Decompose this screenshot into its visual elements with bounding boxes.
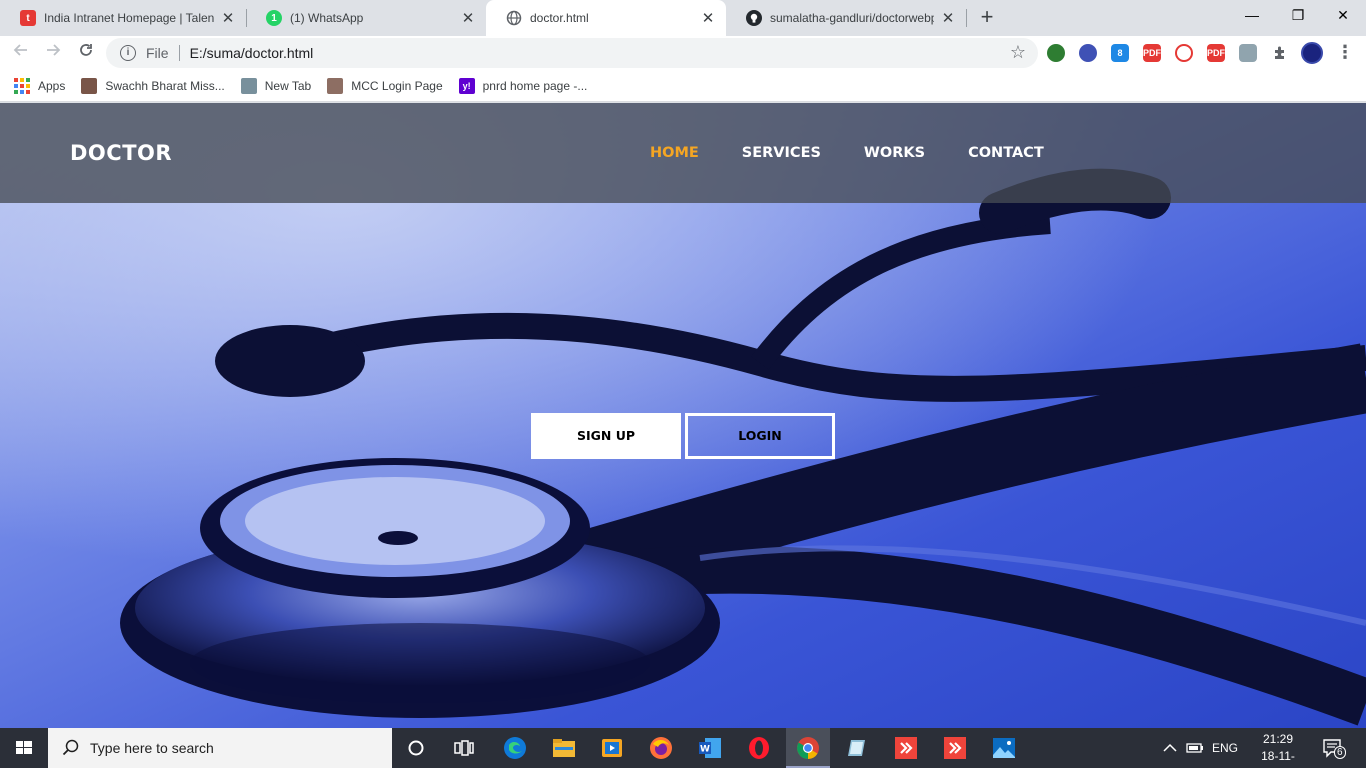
tab-close-icon[interactable]: ✕	[940, 9, 956, 27]
bookmark-swachh-bharat[interactable]: Swachh Bharat Miss...	[81, 77, 225, 94]
maximize-button[interactable]: ❐	[1275, 0, 1321, 30]
edge-icon[interactable]	[503, 736, 527, 760]
tab-github[interactable]: sumalatha-gandluri/doctorwebpa ✕	[726, 0, 966, 36]
apps-grid-icon	[14, 77, 30, 94]
address-bar[interactable]: i File E:/suma/doctor.html ☆	[106, 38, 1038, 68]
word-icon[interactable]: W	[698, 736, 722, 760]
bookmark-pnrd[interactable]: y! pnrd home page -...	[458, 77, 588, 94]
search-placeholder: Type here to search	[90, 740, 214, 756]
emblem-icon	[81, 77, 98, 94]
notepad-icon[interactable]	[845, 736, 869, 760]
svg-text:W: W	[700, 745, 710, 755]
battery-icon[interactable]	[1186, 728, 1204, 768]
nav-home[interactable]: HOME	[650, 145, 699, 161]
forward-button[interactable]	[40, 40, 66, 66]
tab-close-icon[interactable]: ✕	[700, 9, 716, 27]
task-view-icon[interactable]	[452, 736, 476, 760]
arrow-left-icon	[13, 44, 27, 56]
tab-title: India Intranet Homepage | Talent	[44, 11, 214, 25]
extension-screen-icon[interactable]	[1239, 44, 1257, 62]
back-button[interactable]	[8, 40, 34, 66]
globe-icon	[506, 10, 522, 26]
nav-contact[interactable]: CONTACT	[968, 145, 1044, 161]
reload-icon	[80, 44, 92, 56]
clock-date: 18-11-2020	[1261, 749, 1295, 768]
opera-icon[interactable]	[747, 736, 771, 760]
github-icon	[746, 10, 762, 26]
firefox-icon[interactable]	[649, 736, 673, 760]
profile-avatar[interactable]	[1301, 42, 1323, 64]
arrow-right-icon	[47, 44, 61, 56]
bookmark-new-tab[interactable]: New Tab	[240, 77, 312, 94]
tab-title: doctor.html	[530, 11, 589, 25]
windows-taskbar: Type here to search W ENG 21:29 18-11- 6	[0, 728, 1366, 768]
bookmark-label: Swachh Bharat Miss...	[105, 78, 225, 93]
menu-kebab-icon[interactable]: ⋮	[1336, 42, 1354, 64]
anydesk-icon[interactable]	[943, 736, 967, 760]
bookmark-label: MCC Login Page	[351, 78, 443, 93]
windows-logo-icon	[16, 741, 32, 754]
reload-button[interactable]	[73, 40, 99, 66]
bookmarks-bar: Apps Swachh Bharat Miss... New Tab MCC L…	[0, 70, 1366, 102]
browser-tab-strip: t India Intranet Homepage | Talent ✕ 1 (…	[0, 0, 1366, 36]
chrome-icon[interactable]	[796, 736, 820, 760]
bookmark-star-icon[interactable]: ☆	[1010, 42, 1026, 63]
extension-earth-icon[interactable]	[1047, 44, 1065, 62]
extension-pdf-icon[interactable]: PDF	[1207, 44, 1225, 62]
site-brand[interactable]: DOCTOR	[70, 141, 172, 165]
talent-icon: t	[20, 10, 36, 26]
bookmark-label: pnrd home page -...	[482, 78, 588, 93]
extension-search-icon[interactable]	[1079, 44, 1097, 62]
file-explorer-icon[interactable]	[552, 736, 576, 760]
minimize-button[interactable]: —	[1229, 0, 1275, 30]
tab-title: (1) WhatsApp	[290, 11, 364, 25]
nav-services[interactable]: SERVICES	[742, 145, 821, 161]
clock-time: 21:29	[1262, 732, 1294, 746]
bookmark-label: New Tab	[264, 78, 312, 93]
start-button[interactable]	[0, 728, 48, 768]
site-nav-links: HOME SERVICES WORKS CONTACT	[650, 145, 1087, 161]
tab-whatsapp[interactable]: 1 (1) WhatsApp ✕	[246, 0, 486, 36]
cortana-icon[interactable]	[404, 736, 428, 760]
media-player-icon[interactable]	[600, 736, 624, 760]
bookmark-mcc-login[interactable]: MCC Login Page	[327, 77, 443, 94]
notification-count: 6	[1334, 746, 1346, 759]
yahoo-icon: y!	[458, 77, 475, 94]
extension-ring-icon[interactable]	[1175, 44, 1193, 62]
page-viewport: DOCTOR HOME SERVICES WORKS CONTACT SIGN …	[0, 103, 1366, 728]
bookmark-apps[interactable]: Apps	[14, 77, 66, 94]
mcc-icon	[327, 77, 344, 94]
taskbar-search-box[interactable]: Type here to search	[48, 728, 392, 768]
close-window-button[interactable]: ✕	[1320, 0, 1366, 30]
address-divider	[178, 45, 180, 61]
site-navbar: DOCTOR HOME SERVICES WORKS CONTACT	[0, 103, 1366, 203]
nav-works[interactable]: WORKS	[864, 145, 925, 161]
language-indicator[interactable]: ENG	[1212, 728, 1238, 768]
tab-talent[interactable]: t India Intranet Homepage | Talent ✕	[0, 0, 246, 36]
browser-toolbar: i File E:/suma/doctor.html ☆ 8 PDF PDF ⋮	[0, 36, 1366, 70]
scheme-label: File	[146, 45, 169, 61]
sign-up-button[interactable]: SIGN UP	[531, 413, 681, 459]
newtab-icon	[240, 77, 257, 94]
tray-overflow-icon[interactable]	[1163, 728, 1177, 768]
tab-separator	[966, 9, 967, 27]
anydesk-icon[interactable]	[894, 736, 918, 760]
notification-center-icon[interactable]: 6	[1322, 738, 1346, 759]
tab-title: sumalatha-gandluri/doctorwebpa	[770, 11, 934, 25]
tab-close-icon[interactable]: ✕	[220, 9, 236, 27]
whatsapp-icon: 1	[266, 10, 282, 26]
extensions-puzzle-icon[interactable]	[1271, 44, 1289, 62]
search-icon	[62, 739, 79, 756]
site-info-icon[interactable]: i	[120, 45, 136, 61]
taskbar-clock[interactable]: 21:29 18-11-2020	[1248, 731, 1308, 768]
new-tab-button[interactable]: +	[975, 4, 999, 30]
tab-close-icon[interactable]: ✕	[460, 9, 476, 27]
url-text[interactable]: E:/suma/doctor.html	[190, 45, 314, 61]
login-button[interactable]: LOGIN	[685, 413, 835, 459]
extension-pdf-icon[interactable]: PDF	[1143, 44, 1161, 62]
bookmark-label: Apps	[38, 78, 66, 93]
tab-doctor[interactable]: doctor.html ✕	[486, 0, 726, 36]
extension-8-icon[interactable]: 8	[1111, 44, 1129, 62]
photos-icon[interactable]	[992, 736, 1016, 760]
